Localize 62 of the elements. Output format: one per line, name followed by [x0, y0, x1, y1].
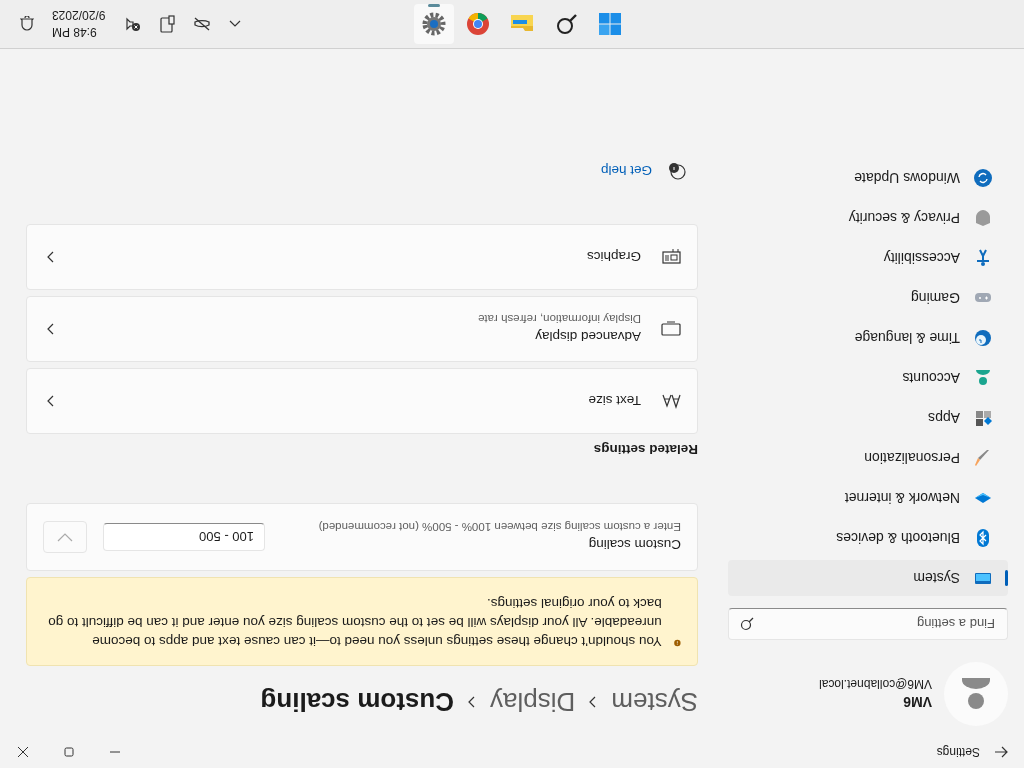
breadcrumb-item[interactable]: Display [490, 686, 576, 718]
setting-description: Enter a custom scaling size between 100% - 500% (not recommended) [317, 521, 681, 534]
speaker-muted-icon[interactable] [123, 16, 142, 32]
bell-icon[interactable] [20, 16, 34, 32]
section-heading: Related settings [592, 442, 698, 457]
accessibility-icon [974, 249, 992, 267]
nav-item[interactable]: Accounts [728, 360, 1008, 396]
chevron-right-icon [47, 323, 54, 335]
breadcrumb-item[interactable]: System [611, 686, 698, 718]
settings-link-card[interactable]: Graphics [26, 224, 698, 290]
nav-item[interactable]: Privacy & security [728, 200, 1008, 236]
search-icon [740, 617, 754, 631]
clock-time: 9:48 PM [52, 25, 97, 40]
chevron-right-icon [47, 395, 54, 407]
setting-title: Text size [587, 393, 641, 409]
chevron-up-icon[interactable] [229, 20, 242, 28]
nav-item[interactable]: Bluetooth & devices [728, 520, 1008, 556]
chevron-right-icon [589, 696, 598, 708]
setting-title: Graphics [585, 249, 641, 265]
nav-item[interactable]: Network & internet [728, 480, 1008, 516]
chevron-right-icon [47, 251, 54, 263]
back-arrow-icon[interactable] [994, 746, 1008, 758]
clock-date: 9/20/2023 [52, 8, 106, 23]
clock[interactable]: 9:48 PM 9/20/2023 [52, 8, 106, 40]
scaling-input[interactable]: 100 - 500 [103, 523, 265, 551]
get-help-link[interactable]: Get help [600, 163, 652, 179]
search-field[interactable]: Find a setting [728, 608, 1008, 640]
nav-item[interactable]: Windows Update [728, 160, 1008, 196]
warning-text: You shouldn't change these settings unless you need to—it can cause text and apps to become unreadable. All your displays will be set to the custom scaling size you enter and it can be difficult to go back to your original settings. [47, 595, 662, 651]
network-off-icon[interactable] [193, 17, 212, 31]
nav-item[interactable]: System [728, 560, 1008, 596]
nav-item[interactable]: Time & language [728, 320, 1008, 356]
settings-icon[interactable] [414, 4, 454, 44]
text-size-icon [661, 392, 681, 410]
chevron-right-icon [468, 696, 477, 708]
nav-item[interactable]: Accessibility [728, 240, 1008, 276]
setting-description: Display information, refresh rate [477, 313, 641, 326]
setting-title: Advanced display [534, 329, 641, 345]
monitor-icon [661, 320, 681, 338]
user-name: VM6 [902, 694, 932, 711]
user-email: VM6@collabnet.local [819, 677, 932, 692]
help-icon [668, 162, 686, 180]
shield-icon [974, 209, 992, 227]
breadcrumb-item: Custom scaling [260, 686, 455, 718]
maximize-icon[interactable] [64, 747, 74, 757]
graphics-card-icon [661, 248, 681, 266]
device-icon[interactable] [159, 15, 176, 33]
window-title: Settings [936, 745, 980, 759]
setting-title: Custom scaling [587, 537, 681, 553]
settings-link-card[interactable]: Text size [26, 368, 698, 434]
bluetooth-icon [974, 529, 992, 547]
close-icon[interactable] [18, 747, 28, 757]
brush-icon [974, 449, 992, 467]
avatar-icon[interactable] [944, 662, 1008, 726]
person-icon [974, 369, 992, 387]
nav-item[interactable]: Apps [728, 400, 1008, 436]
settings-link-card[interactable]: Advanced display Display information, refresh rate [26, 296, 698, 362]
nav-item[interactable]: Personalization [728, 440, 1008, 476]
apps-icon [974, 409, 992, 427]
refresh-icon [974, 169, 992, 187]
nav-item[interactable]: Gaming [728, 280, 1008, 316]
globe-icon [974, 329, 992, 347]
